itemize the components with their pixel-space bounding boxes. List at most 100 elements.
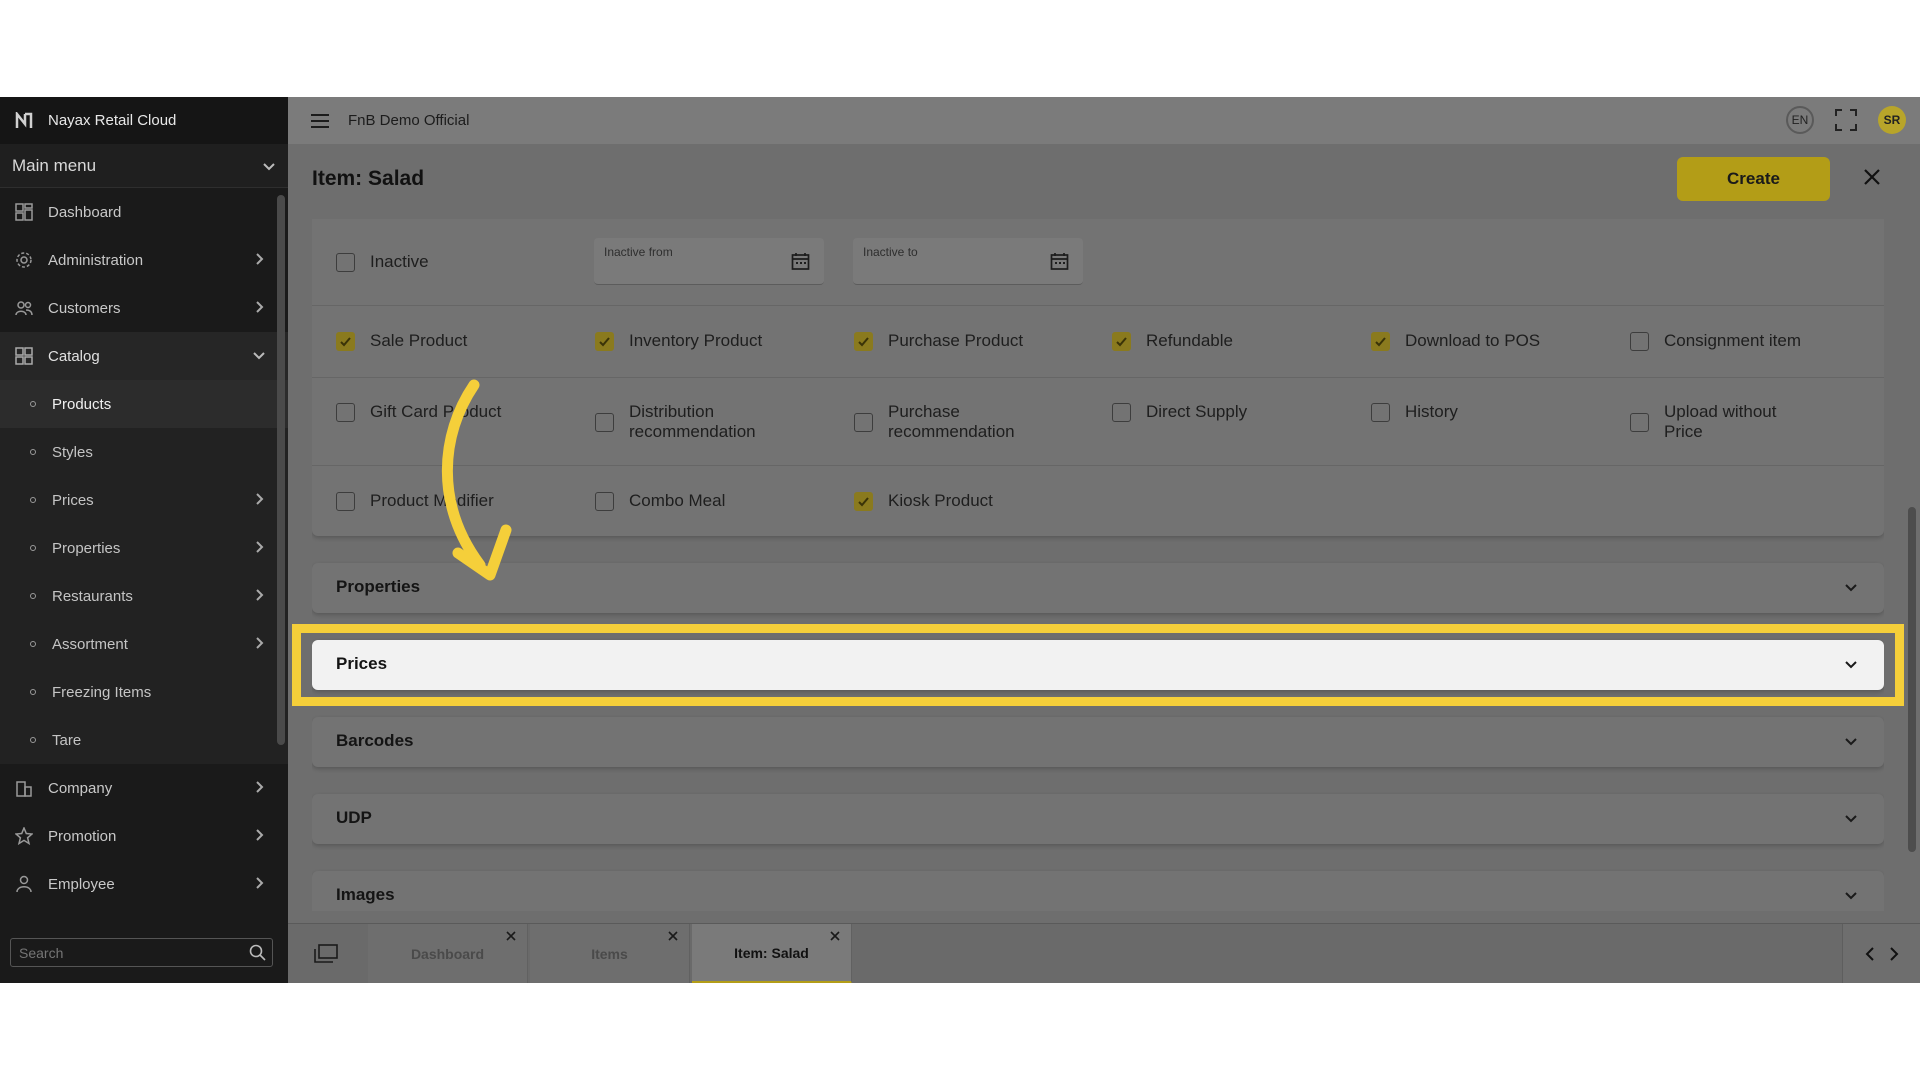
- sidebar-item-catalog[interactable]: Catalog: [0, 332, 288, 380]
- flag-field[interactable]: Direct Supply: [1112, 402, 1247, 422]
- bullet-icon: [30, 449, 36, 455]
- tab-label: Dashboard: [410, 946, 485, 962]
- language-selector[interactable]: EN: [1786, 106, 1814, 134]
- flag-field[interactable]: Combo Meal: [595, 491, 725, 511]
- close-icon[interactable]: [1861, 166, 1883, 188]
- inactive-checkbox-field[interactable]: Inactive: [336, 252, 429, 272]
- app-root: Nayax Retail Cloud Main menu Dashboard A…: [0, 97, 1920, 983]
- checkbox-checked[interactable]: [1112, 331, 1131, 351]
- user-avatar[interactable]: SR: [1878, 106, 1906, 134]
- checkbox-checked[interactable]: [336, 331, 355, 351]
- checkbox-unchecked[interactable]: [336, 491, 355, 511]
- inactive-checkbox[interactable]: [336, 252, 355, 272]
- sidebar-subitem-prices[interactable]: Prices: [0, 476, 288, 524]
- sidebar-subitem-freezing-items[interactable]: Freezing Items: [0, 668, 288, 716]
- tab-label: Item: Salad: [734, 944, 809, 961]
- checkbox-unchecked[interactable]: [1112, 402, 1131, 422]
- sidebar-search-input[interactable]: [19, 944, 239, 961]
- checkbox-unchecked[interactable]: [595, 412, 614, 432]
- bullet-icon: [30, 593, 36, 599]
- sidebar-item-administration[interactable]: Administration: [0, 236, 288, 284]
- flag-field[interactable]: Inventory Product: [595, 331, 762, 351]
- calendar-icon[interactable]: [1050, 252, 1069, 271]
- checkbox-unchecked[interactable]: [1371, 402, 1390, 422]
- checkbox-unchecked[interactable]: [1630, 331, 1649, 351]
- flag-field[interactable]: Sale Product: [336, 331, 467, 351]
- sidebar-subitem-tare[interactable]: Tare: [0, 716, 288, 764]
- check-icon: [858, 336, 869, 346]
- chevron-right-icon: [256, 541, 264, 553]
- sidebar-scrollbar[interactable]: [277, 195, 285, 745]
- checkbox-unchecked[interactable]: [336, 402, 355, 422]
- subitem-label: Restaurants: [52, 587, 133, 605]
- tab-dashboard[interactable]: Dashboard: [368, 924, 528, 983]
- calendar-icon[interactable]: [791, 252, 810, 271]
- flag-field[interactable]: History: [1371, 402, 1458, 422]
- sidebar-item-promotion[interactable]: Promotion: [0, 812, 288, 860]
- chevron-left-icon[interactable]: [1864, 946, 1876, 962]
- flag-field[interactable]: Purchase recommendation: [854, 402, 1038, 442]
- checkbox-unchecked[interactable]: [595, 491, 614, 511]
- general-flags-card: Inactive Inactive from Inactive to Sale …: [312, 219, 1884, 536]
- inactive-to-placeholder: Inactive to: [863, 245, 918, 259]
- sidebar-subitem-properties[interactable]: Properties: [0, 524, 288, 572]
- admin-gear-icon: [14, 250, 34, 270]
- hamburger-menu-icon[interactable]: [310, 113, 330, 129]
- inactive-to-field[interactable]: Inactive to: [853, 238, 1083, 285]
- checkbox-checked[interactable]: [595, 331, 614, 351]
- section-properties[interactable]: Properties: [312, 563, 1884, 613]
- search-icon[interactable]: [249, 944, 266, 961]
- flag-field[interactable]: Upload without Price: [1630, 402, 1814, 442]
- chevron-down-icon: [1845, 584, 1857, 592]
- checkbox-checked[interactable]: [854, 331, 873, 351]
- flag-field[interactable]: Kiosk Product: [854, 491, 993, 511]
- sidebar-subitem-restaurants[interactable]: Restaurants: [0, 572, 288, 620]
- close-tab-icon[interactable]: [829, 930, 841, 942]
- customers-icon: [14, 298, 34, 318]
- flag-field[interactable]: Consignment item: [1630, 331, 1801, 351]
- checkbox-checked[interactable]: [1371, 331, 1390, 351]
- section-udp[interactable]: UDP: [312, 794, 1884, 844]
- main-scrollbar[interactable]: [1908, 507, 1916, 852]
- tab-items[interactable]: Items: [530, 924, 690, 983]
- checkbox-checked[interactable]: [854, 491, 873, 511]
- chevron-right-icon[interactable]: [1888, 946, 1900, 962]
- tab-item-salad[interactable]: Item: Salad: [692, 924, 852, 983]
- chevron-right-icon: [256, 829, 264, 841]
- flag-field[interactable]: Refundable: [1112, 331, 1233, 351]
- sidebar-item-dashboard[interactable]: Dashboard: [0, 188, 288, 236]
- sidebar-subitem-styles[interactable]: Styles: [0, 428, 288, 476]
- window-tabs-icon[interactable]: [314, 944, 338, 964]
- star-icon: [14, 826, 34, 846]
- flag-field[interactable]: Download to POS: [1371, 331, 1540, 351]
- check-icon: [340, 336, 351, 346]
- section-title: Prices: [336, 654, 388, 673]
- fullscreen-icon[interactable]: [1834, 108, 1858, 132]
- section-prices[interactable]: Prices: [312, 640, 1884, 690]
- sidebar-item-company[interactable]: Company: [0, 764, 288, 812]
- main-menu-toggle[interactable]: Main menu: [0, 144, 288, 188]
- inactive-label: Inactive: [370, 252, 429, 271]
- inactive-from-field[interactable]: Inactive from: [594, 238, 824, 285]
- sidebar-item-label: Promotion: [48, 827, 117, 845]
- checkbox-unchecked[interactable]: [854, 412, 873, 432]
- create-button[interactable]: Create: [1677, 157, 1830, 201]
- flags-row-1: Sale Product Inventory Product Purchase Pr…: [312, 306, 1884, 378]
- checkbox-unchecked[interactable]: [1630, 412, 1649, 432]
- close-tab-icon[interactable]: [505, 930, 517, 942]
- flag-field[interactable]: Purchase Product: [854, 331, 1023, 351]
- sidebar-subitem-assortment[interactable]: Assortment: [0, 620, 288, 668]
- dashboard-icon: [14, 202, 34, 222]
- section-images[interactable]: Images: [312, 871, 1884, 911]
- tab-navigation: [1842, 924, 1920, 983]
- sidebar-subitem-products[interactable]: Products: [0, 380, 288, 428]
- sidebar-item-employee[interactable]: Employee: [0, 860, 288, 908]
- sidebar-search: [10, 938, 273, 967]
- flag-label: Sale Product: [370, 331, 468, 350]
- flag-field[interactable]: Distribution recommendation: [595, 402, 779, 442]
- bullet-icon: [30, 497, 36, 503]
- subitem-label: Assortment: [52, 635, 128, 653]
- sidebar-item-customers[interactable]: Customers: [0, 284, 288, 332]
- close-tab-icon[interactable]: [667, 930, 679, 942]
- section-barcodes[interactable]: Barcodes: [312, 717, 1884, 767]
